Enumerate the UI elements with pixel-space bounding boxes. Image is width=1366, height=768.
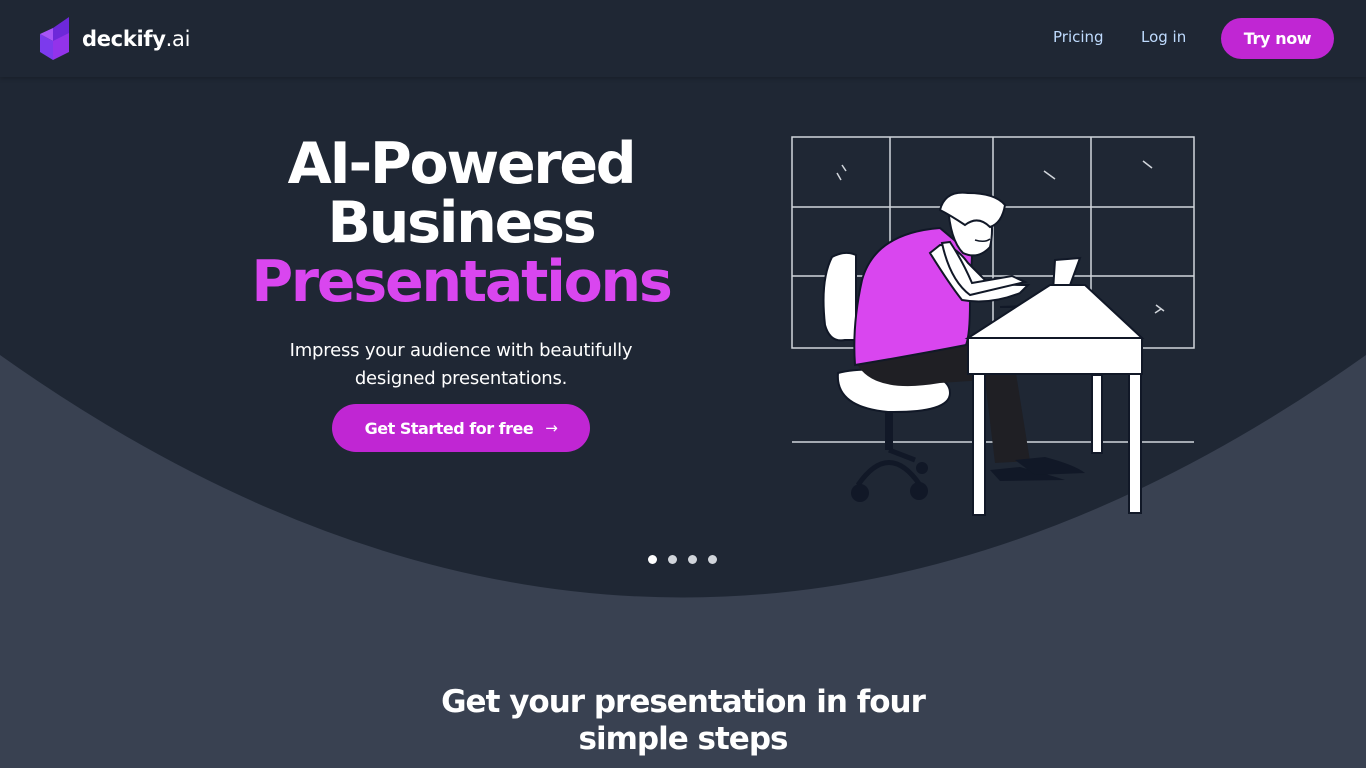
deckify-logo-icon [40,17,69,60]
brand-name: deckify.ai [82,26,191,51]
arrow-right-icon: → [545,419,558,437]
hero-title: AI-Powered Business Presentations [216,135,706,312]
top-navbar: deckify.ai Pricing Log in Try now [0,0,1366,77]
hero-title-line1: AI-Powered [287,131,637,197]
hero-title-highlight: Presentations [251,249,672,315]
brand-logo[interactable]: deckify.ai [40,17,190,60]
carousel-dot[interactable] [688,555,697,564]
carousel-dot[interactable] [668,555,677,564]
get-started-button[interactable]: Get Started for free → [332,404,590,452]
hero-title-line2: Business [327,190,597,256]
try-now-button[interactable]: Try now [1221,18,1334,59]
nav-login-link[interactable]: Log in [1141,28,1186,46]
carousel-dot[interactable] [708,555,717,564]
hero-section: AI-Powered Business Presentations Impres… [216,135,706,393]
steps-section-title: Get your presentation in four simple ste… [441,684,926,757]
hero-subtitle: Impress your audience with beautifully d… [289,340,633,389]
get-started-label: Get Started for free [364,418,534,438]
carousel-indicators [648,555,717,564]
brand-suffix: .ai [165,26,191,51]
hero-illustration [791,136,1195,516]
nav-pricing-link[interactable]: Pricing [1053,28,1104,46]
carousel-dot[interactable] [648,555,657,564]
